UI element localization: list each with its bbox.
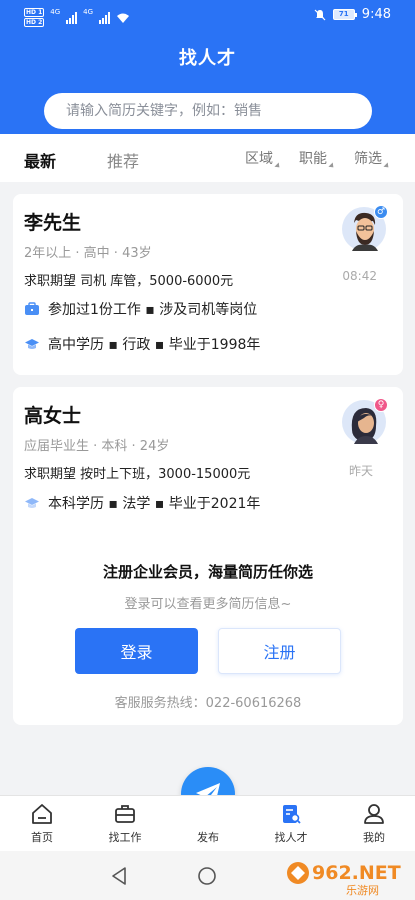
experience-text: 参加过1份工作 ▪ 涉及司机等岗位 bbox=[48, 302, 258, 318]
briefcase-icon bbox=[25, 302, 39, 315]
status-bar: HD 1 HD 2 4G 4G 71 9:48 bbox=[0, 0, 415, 34]
candidate-time: 昨天 bbox=[348, 464, 373, 478]
tab-recommended[interactable]: 推荐 bbox=[107, 148, 139, 172]
experience-row: 参加过1份工作 ▪ 涉及司机等岗位 bbox=[24, 299, 257, 319]
education-text: 高中学历 ▪ 行政 ▪ 毕业于1998年 bbox=[48, 337, 261, 353]
nav-mine[interactable]: 我的 bbox=[344, 802, 404, 845]
nav-publish-label: 发布 bbox=[197, 831, 219, 844]
status-right: 71 9:48 bbox=[314, 7, 391, 22]
hd2-badge: HD 2 bbox=[24, 18, 45, 27]
register-button[interactable]: 注册 bbox=[218, 628, 341, 674]
hd1-badge: HD 1 bbox=[24, 8, 45, 17]
dropdown-triangle-icon bbox=[383, 162, 391, 170]
home-icon bbox=[32, 804, 52, 824]
back-triangle-icon[interactable] bbox=[110, 866, 128, 886]
graduation-cap-icon bbox=[25, 498, 39, 508]
status-left: HD 1 HD 2 4G 4G bbox=[24, 8, 130, 27]
service-hotline: 客服服务热线：022-60616268 bbox=[114, 696, 302, 711]
graduation-cap-icon bbox=[25, 339, 39, 349]
watermark-logo-text: 962.NET bbox=[312, 862, 401, 884]
candidate-card[interactable]: 李先生 2年以上 · 高中 · 43岁 求职期望 司机 库管，5000-6000… bbox=[13, 194, 403, 375]
avatar: ♂ bbox=[342, 205, 388, 251]
mute-bell-icon bbox=[314, 9, 326, 20]
filter-function-label: 职能 bbox=[299, 151, 327, 167]
briefcase-icon bbox=[115, 805, 135, 823]
avatar: ♀ bbox=[342, 398, 388, 444]
education-text: 本科学历 ▪ 法学 ▪ 毕业于2021年 bbox=[48, 496, 261, 512]
wifi-icon bbox=[117, 13, 130, 23]
nav-jobs-label: 找工作 bbox=[108, 831, 142, 844]
tabs-bar: 最新 推荐 区域 职能 筛选 bbox=[0, 134, 415, 182]
login-button[interactable]: 登录 bbox=[75, 628, 198, 674]
talent-search-icon bbox=[283, 805, 301, 824]
tab-latest[interactable]: 最新 bbox=[24, 148, 56, 172]
watermark-caption: 乐游网 bbox=[346, 884, 379, 897]
candidate-time: 08:42 bbox=[342, 269, 377, 283]
male-icon: ♂ bbox=[374, 205, 388, 219]
candidate-expectation: 求职期望 司机 库管，5000-6000元 bbox=[24, 274, 234, 289]
watermark-logo: 962.NET 乐游网 bbox=[284, 855, 409, 897]
network-type-2: 4G bbox=[83, 8, 94, 16]
female-icon: ♀ bbox=[374, 398, 388, 412]
education-row: 高中学历 ▪ 行政 ▪ 毕业于1998年 bbox=[24, 334, 260, 354]
candidate-meta: 应届毕业生 · 本科 · 24岁 bbox=[24, 439, 170, 454]
promo-subtitle: 登录可以查看更多简历信息~ bbox=[124, 597, 292, 612]
filter-region[interactable]: 区域 bbox=[245, 148, 282, 170]
home-circle-icon[interactable] bbox=[197, 866, 217, 886]
candidate-meta: 2年以上 · 高中 · 43岁 bbox=[24, 246, 152, 261]
filter-screen-label: 筛选 bbox=[354, 151, 382, 167]
promo-title: 注册企业会员，海量简历任你选 bbox=[102, 563, 313, 581]
dropdown-triangle-icon bbox=[274, 162, 282, 170]
filter-screen[interactable]: 筛选 bbox=[354, 148, 391, 170]
candidate-name: 李先生 bbox=[24, 212, 82, 234]
candidate-card[interactable]: 高女士 应届毕业生 · 本科 · 24岁 求职期望 按时上下班，3000-150… bbox=[13, 387, 403, 725]
nav-home-label: 首页 bbox=[31, 831, 53, 844]
hd-badges: HD 1 HD 2 bbox=[24, 8, 45, 27]
filter-region-label: 区域 bbox=[245, 151, 273, 167]
app-header: HD 1 HD 2 4G 4G 71 9:48 找人才 bbox=[0, 0, 415, 134]
nav-talent[interactable]: 找人才 bbox=[261, 802, 321, 845]
user-icon bbox=[364, 804, 384, 824]
nav-home[interactable]: 首页 bbox=[12, 802, 72, 845]
signal-icon-1 bbox=[66, 11, 78, 24]
signal-icon-2 bbox=[99, 11, 111, 24]
dropdown-triangle-icon bbox=[328, 162, 336, 170]
education-row: 本科学历 ▪ 法学 ▪ 毕业于2021年 bbox=[24, 493, 260, 513]
nav-talent-label: 找人才 bbox=[274, 831, 308, 844]
search-input[interactable] bbox=[44, 93, 372, 129]
status-time: 9:48 bbox=[361, 7, 391, 22]
network-type-1: 4G bbox=[50, 8, 61, 16]
nav-mine-label: 我的 bbox=[363, 831, 385, 844]
battery-icon: 71 bbox=[332, 9, 357, 20]
filter-function[interactable]: 职能 bbox=[299, 148, 336, 170]
candidate-name: 高女士 bbox=[24, 405, 82, 427]
candidate-expectation: 求职期望 按时上下班，3000-15000元 bbox=[24, 467, 251, 482]
page-title: 找人才 bbox=[179, 48, 236, 69]
nav-jobs[interactable]: 找工作 bbox=[95, 802, 155, 845]
